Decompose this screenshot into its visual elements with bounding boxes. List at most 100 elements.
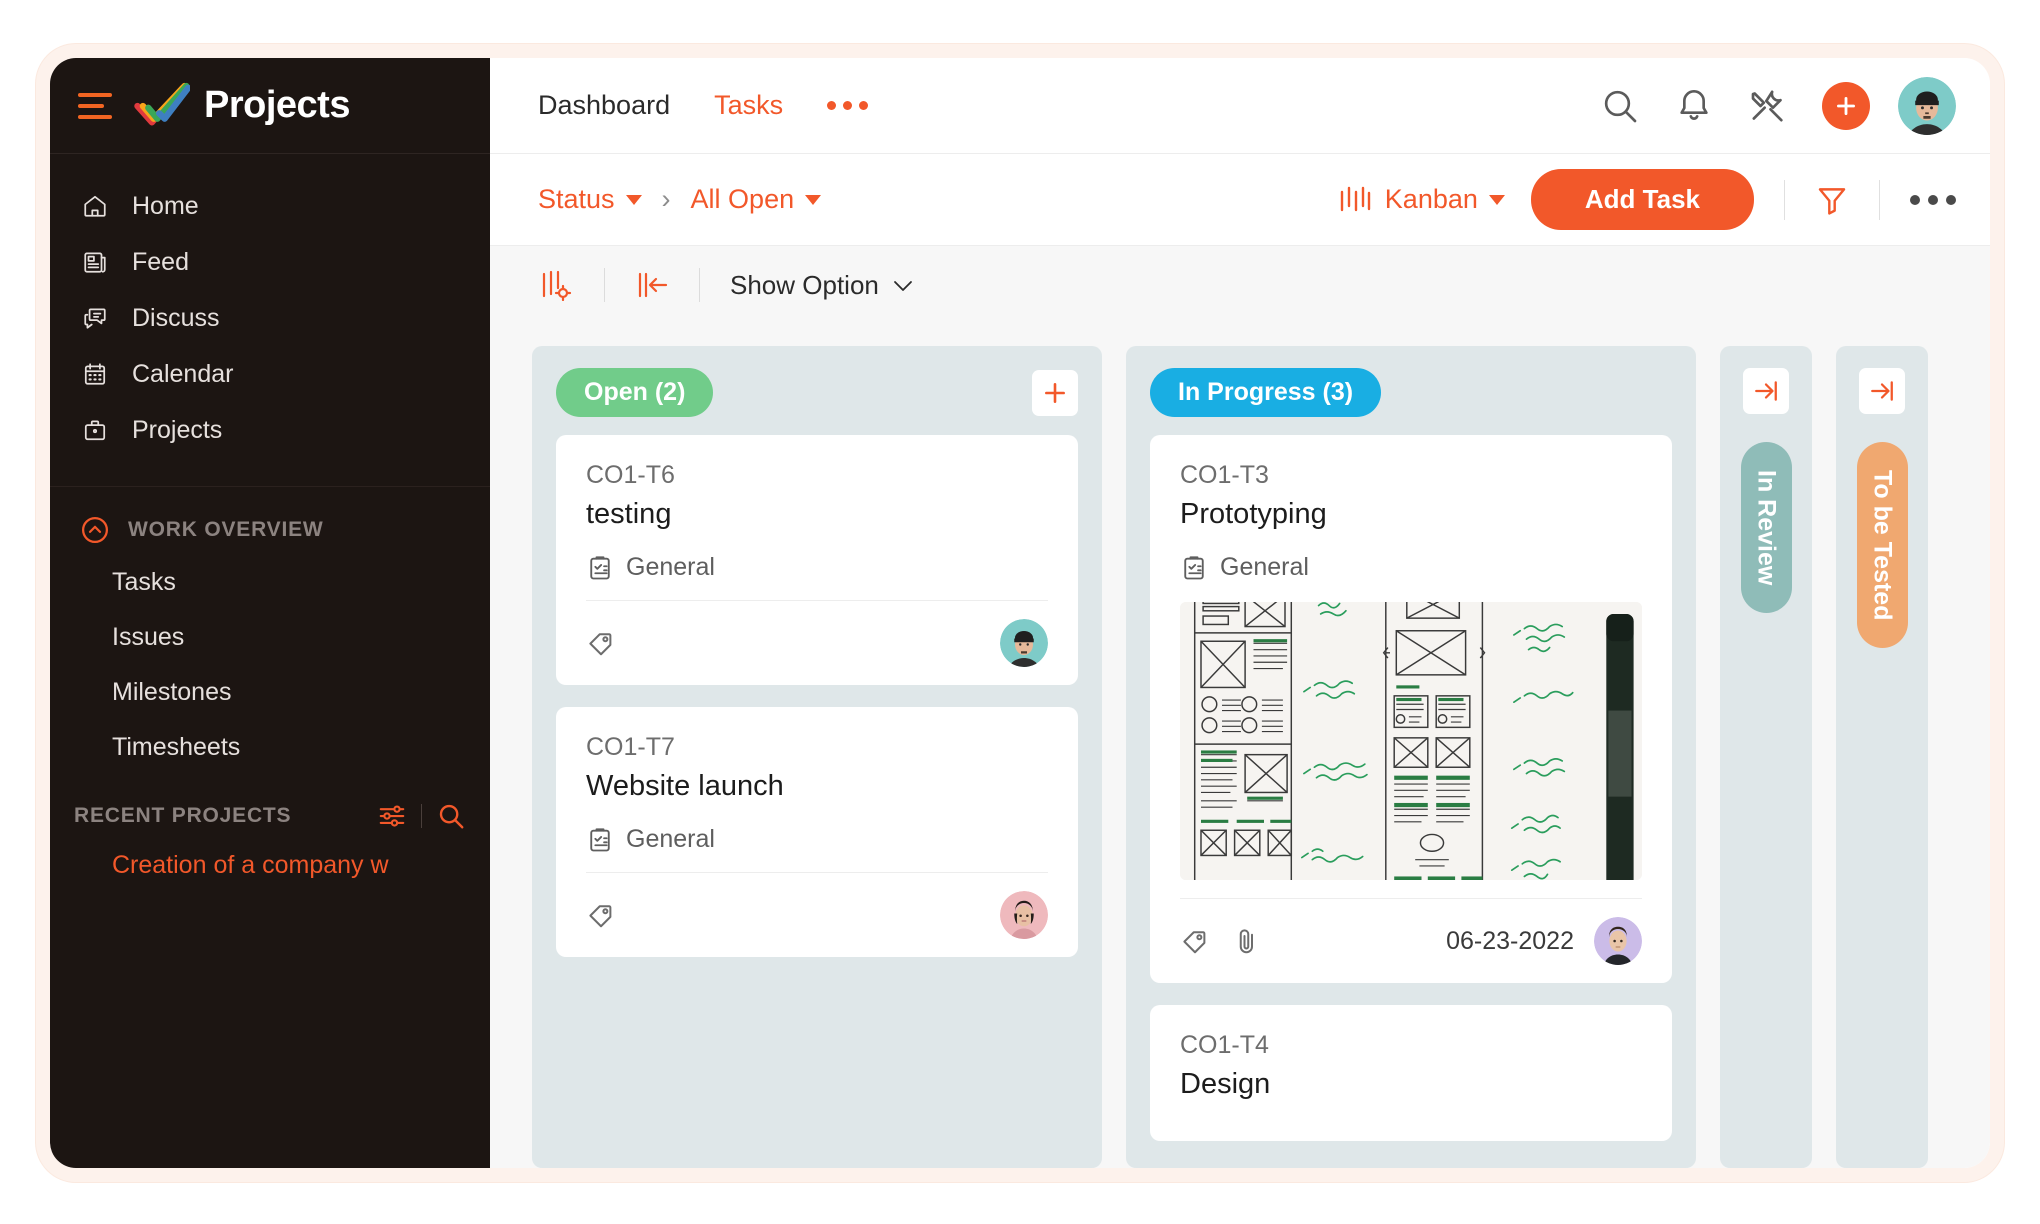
bell-icon[interactable] xyxy=(1674,86,1714,126)
view-options-bar: Show Option xyxy=(490,246,1990,324)
home-icon xyxy=(80,191,110,221)
recent-project-item[interactable]: Creation of a company w xyxy=(50,837,490,894)
task-card[interactable]: CO1-T3 Prototyping General 06-23-2022 xyxy=(1150,435,1672,983)
sidebar-item-label: Home xyxy=(132,191,199,220)
search-icon[interactable] xyxy=(436,801,466,831)
feed-icon xyxy=(80,247,110,277)
column-header: Open (2) xyxy=(532,346,1102,425)
sidebar-item-label: Feed xyxy=(132,247,189,276)
sidebar-item-timesheets[interactable]: Timesheets xyxy=(50,720,490,775)
sliders-icon[interactable] xyxy=(377,801,407,831)
zoho-projects-logo xyxy=(134,82,190,125)
sidebar-item-label: Discuss xyxy=(132,303,220,332)
view-selector-label: Kanban xyxy=(1384,184,1478,214)
tab-dashboard[interactable]: Dashboard xyxy=(538,90,670,121)
task-title: Website launch xyxy=(586,770,784,802)
sidebar-item-tasks[interactable]: Tasks xyxy=(50,555,490,610)
column-cards: CO1-T3 Prototyping General 06-23-2022 CO… xyxy=(1126,425,1696,1168)
column-cards: CO1-T6 testing General CO1-T7 Website la… xyxy=(532,425,1102,1168)
tag-icon[interactable] xyxy=(586,900,616,930)
task-key: CO1-T4 xyxy=(1180,1031,1269,1059)
divider xyxy=(604,268,605,302)
task-card[interactable]: CO1-T4 Design xyxy=(1150,1005,1672,1141)
view-selector[interactable]: Kanban xyxy=(1338,184,1505,215)
chevron-down-icon xyxy=(893,280,912,291)
sidebar: Projects Home Feed Discuss Calendar Proj… xyxy=(50,58,490,1168)
primary-nav: Home Feed Discuss Calendar Projects xyxy=(50,154,490,480)
clipboard-check-icon xyxy=(590,827,610,851)
chevron-down-icon xyxy=(805,194,822,205)
task-meta: General xyxy=(1180,553,1642,582)
funnel-icon[interactable] xyxy=(1815,183,1849,217)
sidebar-item-label: Projects xyxy=(132,415,223,444)
task-card[interactable]: CO1-T7 Website launch General xyxy=(556,707,1078,957)
paperclip-icon[interactable] xyxy=(1232,926,1262,956)
task-key: CO1-T3 xyxy=(1180,461,1269,489)
add-task-button[interactable]: Add Task xyxy=(1530,169,1754,230)
sidebar-header: Projects xyxy=(50,58,490,154)
task-meta: General xyxy=(586,553,1048,582)
chevron-up-circle-icon xyxy=(82,517,108,543)
divider xyxy=(699,268,700,302)
collapse-left-icon[interactable] xyxy=(635,269,669,301)
more-horizontal-icon[interactable] xyxy=(1910,194,1956,205)
task-key: CO1-T7 xyxy=(586,733,675,761)
status-dropdown[interactable]: Status xyxy=(538,184,642,215)
sidebar-item-projects[interactable]: Projects xyxy=(50,402,490,458)
show-option-dropdown[interactable]: Show Option xyxy=(730,270,913,301)
assignee-avatar[interactable] xyxy=(1000,619,1048,667)
expand-right-icon xyxy=(1871,381,1893,401)
tools-icon[interactable] xyxy=(1748,86,1788,126)
kanban-icon xyxy=(1340,186,1370,211)
clipboard-check-icon xyxy=(590,555,610,579)
work-overview-header[interactable]: WORK OVERVIEW xyxy=(50,487,490,555)
task-footer xyxy=(586,872,1048,939)
assignee-avatar[interactable] xyxy=(1000,891,1048,939)
show-option-label: Show Option xyxy=(730,269,879,300)
status-dropdown-label: Status xyxy=(538,184,615,214)
more-horizontal-icon[interactable] xyxy=(827,101,869,110)
tag-icon[interactable] xyxy=(1180,926,1210,956)
add-card-button[interactable] xyxy=(1032,369,1078,416)
kanban-board: Open (2) CO1-T6 testing General CO1-T7 W… xyxy=(490,324,1990,1168)
column-title-badge: In Review xyxy=(1740,442,1792,614)
sidebar-item-milestones[interactable]: Milestones xyxy=(50,665,490,720)
app-window: Projects Home Feed Discuss Calendar Proj… xyxy=(50,58,1990,1168)
assignee-avatar[interactable] xyxy=(1594,917,1642,965)
column-settings-icon[interactable] xyxy=(540,269,574,301)
chevron-down-icon xyxy=(625,194,642,205)
expand-column-button[interactable] xyxy=(1743,368,1789,414)
sidebar-item-home[interactable]: Home xyxy=(50,178,490,234)
chevron-down-icon xyxy=(1488,194,1505,205)
user-avatar[interactable] xyxy=(1898,76,1956,135)
task-card[interactable]: CO1-T6 testing General xyxy=(556,435,1078,685)
divider xyxy=(421,804,422,828)
sidebar-item-discuss[interactable]: Discuss xyxy=(50,290,490,346)
task-title: Design xyxy=(1180,1068,1271,1100)
all-open-dropdown[interactable]: All Open xyxy=(691,184,822,215)
search-icon[interactable] xyxy=(1600,86,1640,126)
sidebar-item-issues[interactable]: Issues xyxy=(50,610,490,665)
filter-toolbar: Status › All Open Kanban Add Task xyxy=(490,154,1990,246)
kanban-column-open: Open (2) CO1-T6 testing General CO1-T7 W… xyxy=(532,346,1102,1168)
expand-column-button[interactable] xyxy=(1859,368,1905,414)
sidebar-item-calendar[interactable]: Calendar xyxy=(50,346,490,402)
app-title: Projects xyxy=(204,84,350,126)
recent-projects-header: RECENT PROJECTS xyxy=(50,775,490,837)
sidebar-item-feed[interactable]: Feed xyxy=(50,234,490,290)
task-title: testing xyxy=(586,498,672,530)
sidebar-item-label: Calendar xyxy=(132,359,234,388)
task-meta: General xyxy=(586,825,1048,854)
tab-tasks[interactable]: Tasks xyxy=(714,90,783,121)
clipboard-check-icon xyxy=(1184,555,1204,579)
hamburger-icon[interactable] xyxy=(78,92,112,119)
recent-projects-label: RECENT PROJECTS xyxy=(74,804,292,827)
add-button[interactable] xyxy=(1822,81,1870,130)
task-title: Prototyping xyxy=(1180,498,1327,530)
task-due-date: 06-23-2022 xyxy=(1446,926,1574,955)
task-attachment-thumbnail[interactable] xyxy=(1180,602,1642,880)
kanban-column-in-review-collapsed: In Review xyxy=(1720,346,1812,1168)
discuss-icon xyxy=(80,303,110,333)
task-meta-label: General xyxy=(626,825,715,853)
tag-icon[interactable] xyxy=(586,628,616,658)
